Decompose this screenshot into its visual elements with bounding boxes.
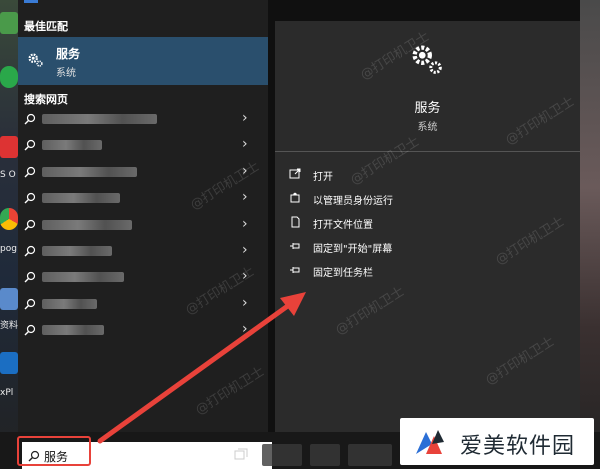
chevron-right-icon[interactable]: › xyxy=(242,242,248,258)
chrome-icon[interactable] xyxy=(0,208,18,230)
blurred-result-text xyxy=(42,140,102,151)
blurred-result-text xyxy=(42,193,120,204)
file-location-icon xyxy=(291,216,300,228)
search-icon xyxy=(24,272,36,283)
shield-run-icon xyxy=(290,192,300,203)
chevron-right-icon[interactable]: › xyxy=(242,189,248,205)
web-search-result[interactable]: › xyxy=(18,291,268,317)
search-icon xyxy=(24,113,36,125)
web-search-result[interactable]: › xyxy=(18,317,268,343)
web-search-result[interactable]: › xyxy=(18,238,268,264)
app-x-icon[interactable] xyxy=(0,136,18,158)
desktop-label: pog xyxy=(0,244,17,254)
blurred-result-text xyxy=(42,166,137,177)
action-label: 以管理员身份运行 xyxy=(313,196,393,207)
tab-indicator xyxy=(24,0,38,3)
desktop-label: xPl xyxy=(0,388,14,398)
action-open-file-location[interactable]: 打开文件位置 xyxy=(289,214,489,234)
best-match-subtitle: 系统 xyxy=(56,68,76,79)
search-icon xyxy=(24,245,36,257)
blurred-result-text xyxy=(42,246,112,256)
divider xyxy=(275,151,580,152)
app-e-icon[interactable] xyxy=(0,352,18,374)
pin-icon xyxy=(290,267,300,273)
taskbar-app[interactable] xyxy=(262,444,302,466)
action-run-as-admin[interactable]: 以管理员身份运行 xyxy=(289,190,489,210)
blurred-result-text xyxy=(42,219,132,230)
logo-brand-text: 爱美软件园 xyxy=(460,434,576,459)
taskbar-app[interactable] xyxy=(310,444,340,466)
action-open[interactable]: 打开 xyxy=(289,166,489,186)
action-label: 固定到"开始"屏幕 xyxy=(313,244,393,255)
search-highlight-annotation xyxy=(17,436,91,466)
logo-mark-icon xyxy=(416,430,444,454)
best-match-heading: 最佳匹配 xyxy=(24,20,68,33)
chevron-right-icon[interactable]: › xyxy=(242,216,248,232)
desktop-app-icon[interactable] xyxy=(0,12,18,34)
web-search-result[interactable]: › xyxy=(18,106,268,132)
gear-icon xyxy=(28,53,43,67)
best-match-item[interactable]: 服务 系统 xyxy=(18,37,268,85)
search-icon xyxy=(24,140,36,151)
blurred-result-text xyxy=(42,272,124,283)
action-pin-to-start[interactable]: 固定到"开始"屏幕 xyxy=(289,238,489,258)
desktop-label: 资料 xyxy=(0,321,18,331)
blurred-result-text xyxy=(42,325,104,336)
search-icon xyxy=(24,166,36,178)
search-icon xyxy=(24,325,36,336)
taskbar-app[interactable] xyxy=(348,444,392,466)
search-icon xyxy=(24,193,36,204)
blurred-result-text xyxy=(42,114,157,124)
blurred-result-text xyxy=(42,298,97,309)
best-match-title: 服务 xyxy=(56,47,81,61)
open-icon xyxy=(289,168,301,179)
search-icon xyxy=(24,219,36,231)
desktop-right-strip xyxy=(580,0,600,469)
chevron-right-icon[interactable]: › xyxy=(242,321,248,337)
wechat-icon[interactable] xyxy=(0,66,18,88)
web-search-result[interactable]: › xyxy=(18,132,268,158)
task-view-icon[interactable] xyxy=(234,448,248,462)
chevron-right-icon[interactable]: › xyxy=(242,295,248,311)
web-search-result[interactable]: › xyxy=(18,212,268,238)
web-search-heading: 搜索网页 xyxy=(24,93,68,106)
search-results-panel: 最佳匹配 服务 系统 搜索网页 › › › › › › › › › xyxy=(18,0,268,432)
desktop-left-strip: S O pog 资料 xPl xyxy=(0,0,18,469)
chevron-right-icon[interactable]: › xyxy=(242,110,248,126)
folder-icon[interactable] xyxy=(0,288,18,310)
action-label: 打开 xyxy=(313,172,333,183)
site-logo: 爱美软件园 xyxy=(400,418,594,465)
pin-icon xyxy=(290,243,300,249)
action-pin-to-taskbar[interactable]: 固定到任务栏 xyxy=(289,262,489,282)
chevron-right-icon[interactable]: › xyxy=(242,136,248,152)
desktop-label: S O xyxy=(0,170,16,180)
action-label: 固定到任务栏 xyxy=(313,268,373,279)
action-label: 打开文件位置 xyxy=(313,220,373,231)
search-icon xyxy=(24,298,36,310)
